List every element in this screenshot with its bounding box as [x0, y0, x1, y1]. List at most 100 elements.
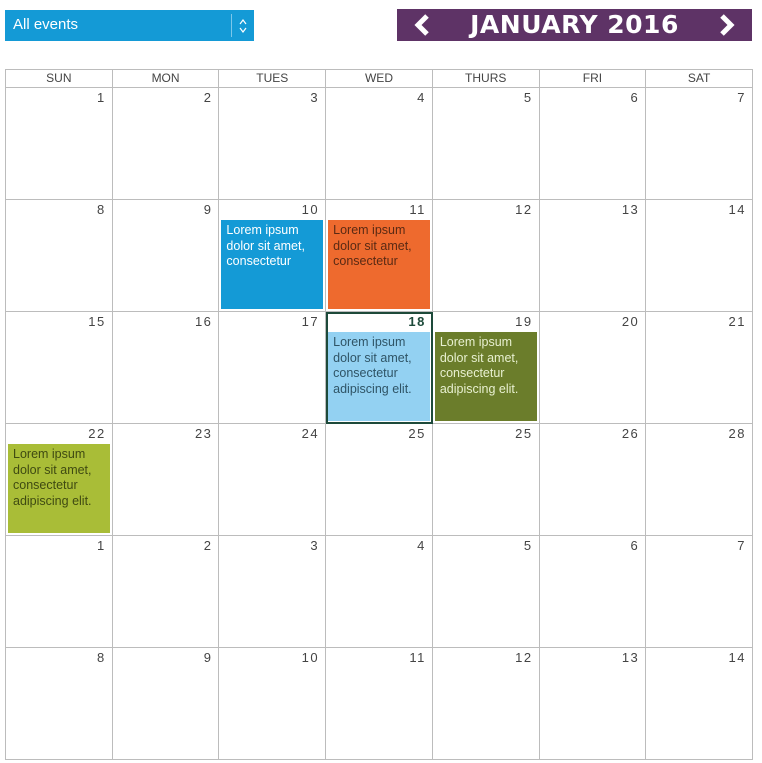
calendar-event[interactable]: Lorem ipsum dolor sit amet, consectetur …: [434, 332, 537, 421]
day-cell[interactable]: 11: [326, 648, 433, 760]
day-cell[interactable]: 6: [539, 88, 647, 200]
day-cell[interactable]: 1: [6, 536, 113, 648]
day-number: 6: [630, 538, 640, 553]
day-cell[interactable]: 24: [219, 424, 327, 536]
day-cell[interactable]: 12: [432, 200, 540, 312]
day-number: 21: [728, 314, 746, 329]
day-number: 5: [523, 90, 533, 105]
day-number: 24: [301, 426, 320, 441]
day-number: 7: [737, 90, 746, 105]
day-cell[interactable]: 10: [219, 648, 327, 760]
day-number: 2: [203, 538, 213, 553]
weekday-tues: TUES: [219, 70, 327, 88]
month-navigator: JANUARY 2016: [397, 9, 752, 41]
day-cell[interactable]: 25: [432, 424, 540, 536]
day-cell[interactable]: 21: [646, 312, 753, 424]
day-cell[interactable]: 25: [326, 424, 433, 536]
day-cell[interactable]: 14: [646, 648, 753, 760]
weekday-header: SUN MON TUES WED THURS FRI SAT: [6, 70, 753, 88]
calendar-event[interactable]: Lorem ipsum dolor sit amet, consectetur: [328, 220, 430, 309]
day-cell[interactable]: 23: [112, 424, 220, 536]
day-cell[interactable]: 26: [539, 424, 647, 536]
day-cell[interactable]: 16: [112, 312, 220, 424]
day-number: 28: [728, 426, 746, 441]
day-cell[interactable]: 15: [6, 312, 113, 424]
day-cell[interactable]: 19 Lorem ipsum dolor sit amet, consectetu…: [432, 312, 540, 424]
day-cell[interactable]: 4: [326, 536, 433, 648]
day-number: 14: [728, 202, 746, 217]
calendar-event[interactable]: Lorem ipsum dolor sit amet, consectetur: [221, 220, 324, 309]
day-number: 15: [88, 314, 106, 329]
event-filter-select[interactable]: All events: [5, 10, 254, 41]
day-number: 13: [621, 202, 640, 217]
day-cell[interactable]: 5: [432, 88, 540, 200]
chevron-right-icon[interactable]: [714, 13, 738, 37]
calendar-weeks: 1 2 3 4 5 6 7 8 9 10 Lorem ipsum dolor sit amet, c…: [6, 88, 753, 760]
day-cell[interactable]: 2: [112, 536, 220, 648]
day-cell[interactable]: 20: [539, 312, 647, 424]
day-number: 11: [409, 202, 426, 217]
day-cell[interactable]: 1: [6, 88, 113, 200]
day-cell[interactable]: 22 Lorem ipsum dolor sit amet, consectetu…: [6, 424, 113, 536]
day-number: 9: [203, 202, 213, 217]
day-number: 12: [515, 650, 533, 665]
day-cell[interactable]: 13: [539, 200, 647, 312]
day-cell[interactable]: 7: [646, 536, 753, 648]
day-number: 8: [96, 202, 106, 217]
day-cell[interactable]: 8: [6, 200, 113, 312]
day-cell[interactable]: 2: [112, 88, 220, 200]
day-number: 1: [96, 538, 106, 553]
day-number: 1: [96, 90, 106, 105]
day-cell[interactable]: 13: [539, 648, 647, 760]
month-title: JANUARY 2016: [470, 10, 679, 39]
week-row: 15 16 17 18 Lorem ipsum dolor sit amet, cons…: [6, 312, 753, 424]
day-number: 26: [621, 426, 640, 441]
day-number: 10: [301, 202, 320, 217]
day-cell[interactable]: 9: [112, 200, 220, 312]
calendar-grid: SUN MON TUES WED THURS FRI SAT 1 2 3 4 5 6 7 8 9 10 Lore…: [5, 69, 753, 760]
day-number: 8: [96, 650, 106, 665]
select-arrows-icon[interactable]: [231, 14, 254, 37]
day-number: 10: [301, 650, 320, 665]
day-cell[interactable]: 3: [219, 536, 327, 648]
week-row: 22 Lorem ipsum dolor sit amet, consectetu…: [6, 424, 753, 536]
calendar-event[interactable]: Lorem ipsum dolor sit amet, consectetur …: [8, 444, 110, 533]
day-cell[interactable]: 9: [112, 648, 220, 760]
day-cell[interactable]: 28: [646, 424, 753, 536]
week-row: 1 2 3 4 5 6 7: [6, 536, 753, 648]
day-cell[interactable]: 4: [326, 88, 433, 200]
week-row: 8 9 10 11 12 13 14: [6, 648, 753, 760]
day-cell[interactable]: 10 Lorem ipsum dolor sit amet, consectetu…: [219, 200, 327, 312]
weekday-mon: MON: [112, 70, 220, 88]
day-number: 16: [194, 314, 213, 329]
week-row: 1 2 3 4 5 6 7: [6, 88, 753, 200]
day-number: 9: [203, 650, 213, 665]
day-number: 11: [409, 650, 426, 665]
day-number: 4: [417, 90, 426, 105]
event-filter-value: All events: [13, 16, 79, 33]
day-cell[interactable]: 11 Lorem ipsum dolor sit amet, consectetu…: [326, 200, 433, 312]
day-cell-today[interactable]: 18 Lorem ipsum dolor sit amet, consectetu…: [326, 312, 433, 424]
day-cell[interactable]: 12: [432, 648, 540, 760]
day-number: 20: [621, 314, 640, 329]
day-number: 5: [523, 538, 533, 553]
day-cell[interactable]: 3: [219, 88, 327, 200]
weekday-thurs: THURS: [432, 70, 540, 88]
day-cell[interactable]: 7: [646, 88, 753, 200]
day-cell[interactable]: 14: [646, 200, 753, 312]
day-cell[interactable]: 17: [219, 312, 327, 424]
day-number: 19: [515, 314, 533, 329]
day-number: 17: [301, 314, 320, 329]
week-row: 8 9 10 Lorem ipsum dolor sit amet, consecte…: [6, 200, 753, 312]
day-number: 3: [310, 538, 320, 553]
day-number: 22: [88, 426, 106, 441]
day-cell[interactable]: 6: [539, 536, 647, 648]
calendar-event[interactable]: Lorem ipsum dolor sit amet, consectetur …: [328, 332, 430, 421]
day-number: 18: [408, 314, 426, 329]
day-cell[interactable]: 5: [432, 536, 540, 648]
day-number: 13: [621, 650, 640, 665]
day-number: 3: [310, 90, 320, 105]
day-cell[interactable]: 8: [6, 648, 113, 760]
weekday-wed: WED: [326, 70, 433, 88]
day-number: 25: [515, 426, 533, 441]
